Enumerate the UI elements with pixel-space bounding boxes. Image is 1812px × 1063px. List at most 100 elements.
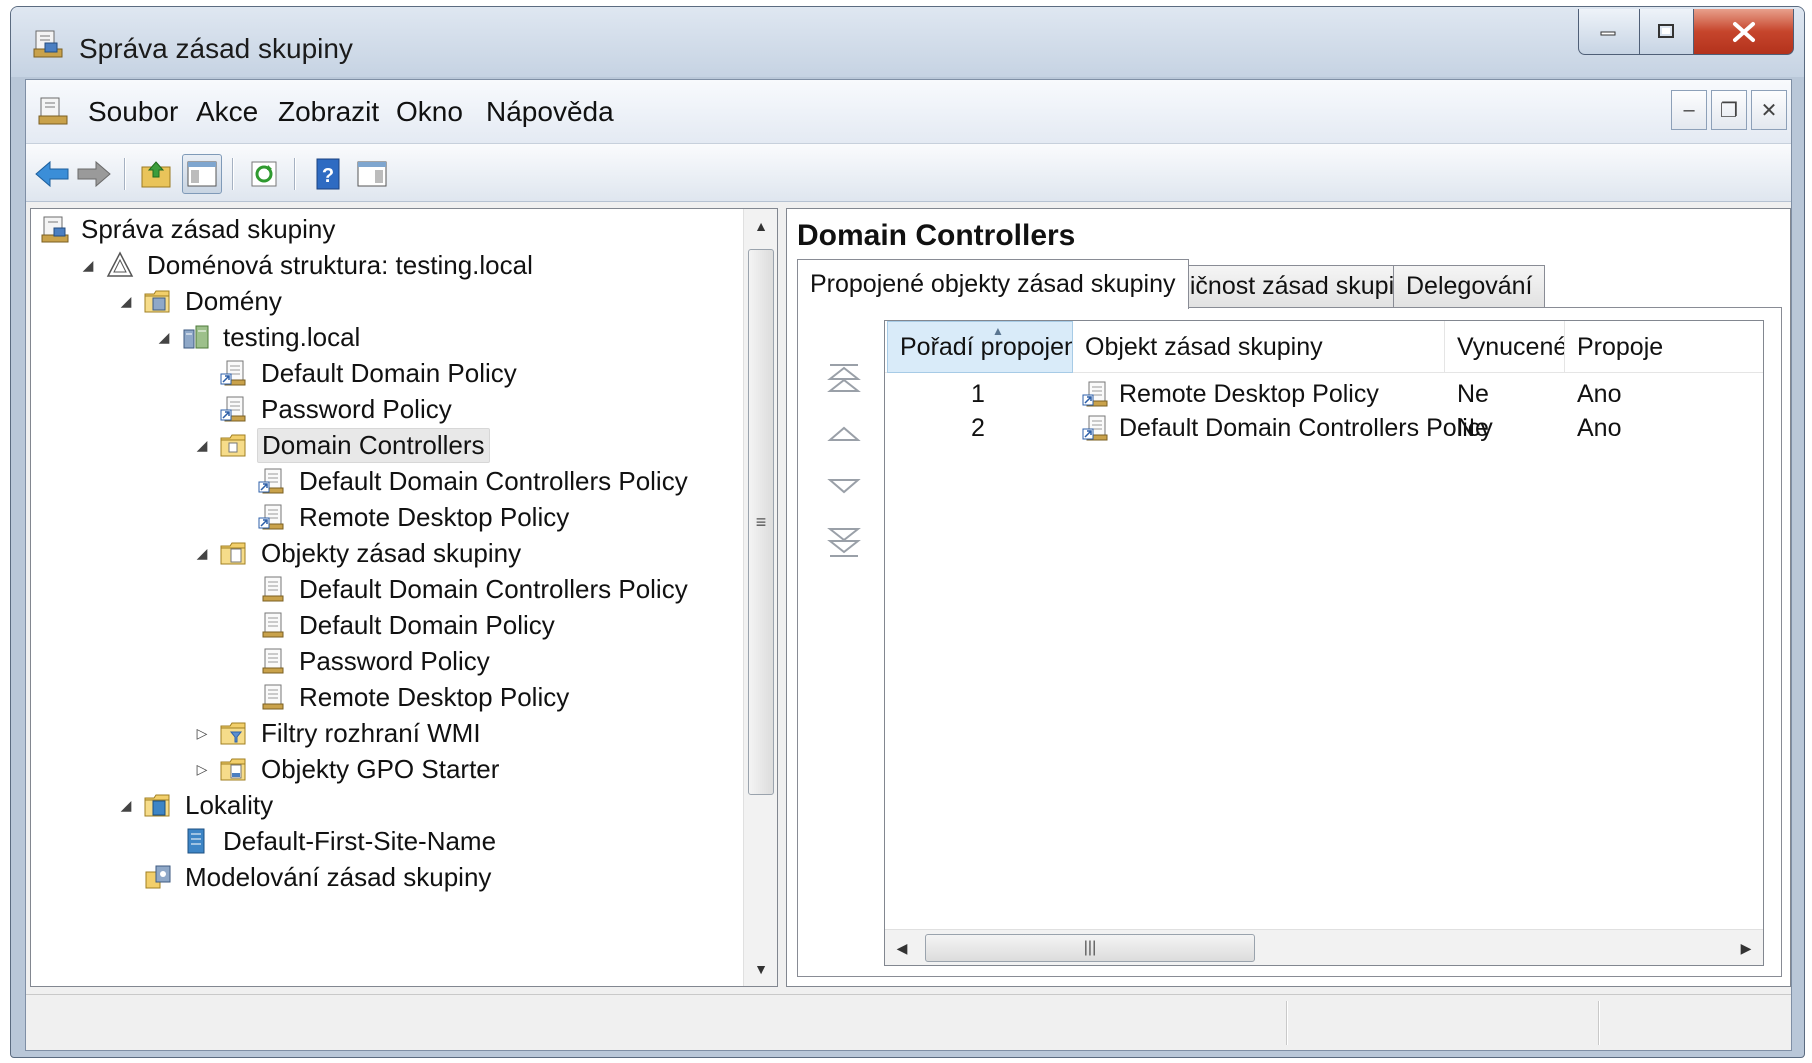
show-hide-tree-button[interactable] bbox=[182, 154, 222, 194]
tree-item[interactable]: ◢ Domain Controllers bbox=[191, 427, 490, 463]
tree-item[interactable]: ◢ Doménová struktura: testing.local bbox=[77, 247, 537, 283]
move-to-bottom-button[interactable] bbox=[822, 520, 866, 564]
tree-item[interactable]: Password Policy bbox=[229, 643, 494, 679]
tree-item[interactable]: Default Domain Policy bbox=[191, 355, 521, 391]
wmi-folder-icon bbox=[219, 718, 249, 748]
menu-zobrazit[interactable]: Zobrazit bbox=[272, 94, 385, 130]
move-to-top-button[interactable] bbox=[822, 356, 866, 400]
forward-arrow-icon bbox=[77, 160, 111, 188]
caption-buttons bbox=[1578, 9, 1794, 55]
tree-item[interactable]: Password Policy bbox=[191, 391, 456, 427]
expanded-arrow-icon[interactable]: ◢ bbox=[191, 434, 213, 456]
scrollbar-thumb[interactable]: ||| bbox=[925, 934, 1255, 962]
tree-item[interactable]: ◢ testing.local bbox=[153, 319, 364, 355]
scroll-up-icon[interactable]: ▲ bbox=[744, 209, 777, 243]
tree-item[interactable]: Modelování zásad skupiny bbox=[115, 859, 495, 895]
action-pane-icon bbox=[357, 161, 387, 187]
collapsed-arrow-icon[interactable]: ▷ bbox=[191, 722, 213, 744]
mdi-minimize-button[interactable]: – bbox=[1671, 90, 1707, 130]
tree-item-label: Domain Controllers bbox=[257, 427, 490, 463]
table-row[interactable]: 2 Default Domain Controllers Policy Ne Ano bbox=[885, 409, 1763, 447]
back-button[interactable] bbox=[32, 154, 72, 194]
tree-item[interactable]: Default Domain Policy bbox=[229, 607, 559, 643]
tab-delegation[interactable]: Delegování bbox=[1393, 265, 1546, 307]
expanded-arrow-icon[interactable]: ◢ bbox=[77, 254, 99, 276]
column-header-link-order[interactable]: ▲ Pořadí propojení bbox=[887, 321, 1073, 373]
gpo-folder-icon bbox=[219, 538, 249, 568]
move-up-button[interactable] bbox=[822, 412, 866, 456]
tree-item[interactable]: Remote Desktop Policy bbox=[229, 679, 573, 715]
column-header-link-enabled[interactable]: Propoje bbox=[1565, 321, 1763, 373]
column-header-enforced[interactable]: Vynucené bbox=[1445, 321, 1565, 373]
window-title: Správa zásad skupiny bbox=[79, 33, 353, 64]
move-down-icon bbox=[827, 479, 861, 494]
toolbar-separator bbox=[294, 158, 295, 190]
tree-item[interactable]: Default Domain Controllers Policy bbox=[229, 463, 692, 499]
table-row[interactable]: 1 Remote Desktop Policy Ne Ano bbox=[885, 375, 1763, 413]
tree-item-label: Správa zásad skupiny bbox=[81, 213, 336, 244]
modeling-icon bbox=[143, 862, 173, 892]
tree-item[interactable]: ◢ Lokality bbox=[115, 787, 277, 823]
tree-item[interactable]: Remote Desktop Policy bbox=[229, 499, 573, 535]
toolbar: ? bbox=[26, 144, 1791, 202]
expanded-arrow-icon[interactable]: ◢ bbox=[191, 542, 213, 564]
minimize-button[interactable] bbox=[1578, 9, 1640, 55]
refresh-icon bbox=[251, 161, 277, 187]
expanded-arrow-icon[interactable]: ◢ bbox=[153, 326, 175, 348]
expanded-arrow-icon[interactable]: ◢ bbox=[115, 290, 137, 312]
mdi-restore-button[interactable]: ❐ bbox=[1711, 90, 1747, 130]
help-button[interactable]: ? bbox=[308, 154, 348, 194]
tree-item-label: Remote Desktop Policy bbox=[299, 501, 570, 532]
refresh-button[interactable] bbox=[244, 154, 284, 194]
close-button[interactable] bbox=[1694, 9, 1794, 55]
linked-gpo-list: ▲ Pořadí propojení Objekt zásad skupiny … bbox=[884, 320, 1764, 966]
mdi-close-button[interactable]: ✕ bbox=[1751, 90, 1787, 130]
tree-item[interactable]: ◢ Domény bbox=[115, 283, 286, 319]
scroll-left-icon[interactable]: ◀ bbox=[885, 930, 919, 965]
tree-item-label: Password Policy bbox=[261, 393, 452, 424]
menu-okno[interactable]: Okno bbox=[390, 94, 469, 130]
tree-item[interactable]: ▷ Filtry rozhraní WMI bbox=[191, 715, 485, 751]
app-window: Správa zásad skupiny Soubor Akce Zobrazi… bbox=[10, 6, 1805, 1058]
menu-napoveda[interactable]: Nápověda bbox=[480, 94, 620, 130]
expanded-arrow-icon[interactable]: ◢ bbox=[115, 794, 137, 816]
maximize-button[interactable] bbox=[1640, 9, 1694, 55]
console-icon[interactable] bbox=[36, 94, 70, 128]
collapsed-arrow-icon[interactable]: ▷ bbox=[191, 758, 213, 780]
cell-enforced: Ne bbox=[1457, 379, 1489, 408]
up-level-button[interactable] bbox=[136, 154, 176, 194]
scroll-right-icon[interactable]: ▶ bbox=[1729, 930, 1763, 965]
tree-item-label: Doménová struktura: testing.local bbox=[147, 249, 533, 280]
gpo-link-icon bbox=[219, 394, 249, 424]
status-bar bbox=[26, 994, 1791, 1050]
tab-linked-gpos[interactable]: Propojené objekty zásad skupiny bbox=[797, 259, 1189, 309]
gpo-link-icon bbox=[1081, 379, 1111, 409]
scrollbar-thumb[interactable]: ≡ bbox=[748, 249, 774, 795]
cell-gpo: Default Domain Controllers Policy bbox=[1081, 409, 1493, 447]
tree-item-label: Default Domain Controllers Policy bbox=[299, 573, 688, 604]
move-down-button[interactable] bbox=[822, 464, 866, 508]
cell-gpo: Remote Desktop Policy bbox=[1081, 375, 1379, 413]
tree-item[interactable]: Default Domain Controllers Policy bbox=[229, 571, 692, 607]
tree-item[interactable]: ▷ Objekty GPO Starter bbox=[191, 751, 503, 787]
vertical-scrollbar[interactable]: ▲ ≡ ▼ bbox=[743, 209, 777, 986]
scroll-down-icon[interactable]: ▼ bbox=[744, 952, 777, 986]
forward-button[interactable] bbox=[74, 154, 114, 194]
starter-gpo-folder-icon bbox=[219, 754, 249, 784]
action-pane-button[interactable] bbox=[352, 154, 392, 194]
tree-item[interactable]: ◢ Objekty zásad skupiny bbox=[191, 535, 525, 571]
tree-item-label: Default Domain Policy bbox=[261, 357, 517, 388]
menu-akce[interactable]: Akce bbox=[190, 94, 264, 130]
tree-item[interactable]: Správa zásad skupiny bbox=[39, 211, 339, 247]
title-bar[interactable]: Správa zásad skupiny bbox=[11, 7, 1804, 77]
column-header-gpo[interactable]: Objekt zásad skupiny bbox=[1073, 321, 1445, 373]
horizontal-scrollbar[interactable]: ◀ ||| ▶ bbox=[885, 929, 1763, 965]
minimize-icon: – bbox=[1683, 98, 1695, 121]
tree-item[interactable]: Default-First-Site-Name bbox=[153, 823, 500, 859]
menu-soubor[interactable]: Soubor bbox=[82, 94, 184, 130]
